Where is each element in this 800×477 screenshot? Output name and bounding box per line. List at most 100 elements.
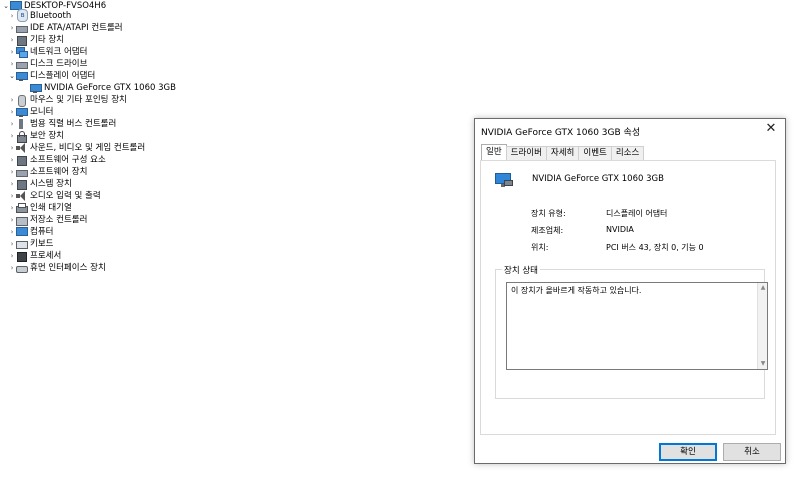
expand-icon[interactable]: › [8,10,16,22]
device-status-title: 장치 상태 [502,264,540,276]
expand-icon[interactable]: › [8,226,16,238]
tab-events[interactable]: 이벤트 [578,146,612,160]
scroll-up-icon[interactable]: ▲ [758,283,768,293]
expand-icon[interactable]: › [8,46,16,58]
device-type-label: 장치 유형: [531,209,566,218]
tree-item-system-devices[interactable]: › 시스템 장치 [8,178,72,190]
bluetooth-icon [16,9,28,22]
expand-icon[interactable]: › [8,142,16,154]
tree-item-label: 보안 장치 [30,131,64,141]
monitor-icon [16,107,28,117]
tree-item-security-devices[interactable]: › 보안 장치 [8,130,64,143]
tab-resources[interactable]: 리소스 [610,146,645,160]
status-scrollbar[interactable]: ▲ ▼ [757,283,767,369]
tree-item-monitors[interactable]: › 모니터 [8,106,53,118]
expand-icon[interactable]: › [8,22,16,34]
tree-item-label: 키보드 [30,239,54,249]
tree-item-keyboards[interactable]: › 키보드 [8,238,53,250]
tree-item-label: 디스플레이 어댑터 [30,71,96,81]
tab-general[interactable]: 일반 [481,144,507,160]
tree-item-label: 인쇄 대기열 [30,203,72,213]
tree-item-usb-controllers[interactable]: › 범용 직렬 버스 컨트롤러 [8,118,116,130]
tree-item-audio-io[interactable]: › 오디오 입력 및 출력 [8,190,101,202]
expand-icon[interactable]: › [8,118,16,130]
device-status-textbox[interactable]: 이 장치가 올바르게 작동하고 있습니다. ▲ ▼ [506,282,768,370]
disk-drive-icon [16,59,28,69]
printer-icon [16,203,28,213]
tree-item-mice[interactable]: › 마우스 및 기타 포인팅 장치 [8,94,127,107]
expand-icon[interactable]: › [8,202,16,214]
expand-icon[interactable]: › [8,58,16,70]
tree-item-other-devices[interactable]: › 기타 장치 [8,34,64,46]
keyboard-icon [16,239,28,249]
device-name: NVIDIA GeForce GTX 1060 3GB [532,174,664,184]
expand-icon[interactable]: › [8,154,16,166]
cancel-button[interactable]: 취소 [723,443,781,461]
tab-strip: 일반 드라이버 자세히 이벤트 리소스 [481,144,645,160]
expand-icon[interactable]: › [8,262,16,274]
software-device-icon [16,167,28,177]
tab-driver[interactable]: 드라이버 [505,146,547,160]
tree-item-label: 네트워크 어댑터 [30,47,88,57]
software-component-icon [16,155,27,166]
tree-item-label: 시스템 장치 [30,179,72,189]
location-label: 위치: [531,243,549,252]
location-value: PCI 버스 43, 장치 0, 기능 0 [606,243,704,252]
expand-icon[interactable]: › [8,190,16,202]
mouse-icon [16,95,27,107]
tree-item-sound-video-game[interactable]: › 사운드, 비디오 및 게임 컨트롤러 [8,142,145,154]
device-status-text: 이 장치가 올바르게 작동하고 있습니다. [511,286,642,295]
expand-icon[interactable]: › [8,238,16,250]
tree-item-label: NVIDIA GeForce GTX 1060 3GB [44,83,176,93]
storage-controller-icon [16,215,28,226]
controller-icon [16,23,28,33]
close-icon[interactable]: ✕ [763,121,779,137]
expand-icon[interactable]: › [8,178,16,190]
system-device-icon [16,179,27,190]
tree-item-software-devices[interactable]: › 소프트웨어 장치 [8,166,87,178]
manufacturer-value: NVIDIA [606,225,634,234]
expand-icon[interactable]: › [8,94,16,106]
tree-item-label: 저장소 컨트롤러 [30,215,88,225]
tree-item-computer[interactable]: › 컴퓨터 [8,226,53,238]
properties-dialog: NVIDIA GeForce GTX 1060 3GB 속성 ✕ 일반 드라이버… [474,118,786,464]
tree-item-storage-controllers[interactable]: › 저장소 컨트롤러 [8,214,87,226]
tree-item-software-components[interactable]: › 소프트웨어 구성 요소 [8,154,106,166]
expand-icon[interactable]: › [8,166,16,178]
tree-item-ide-controller[interactable]: › IDE ATA/ATAPI 컨트롤러 [8,22,123,34]
tree-item-processors[interactable]: › 프로세서 [8,250,61,262]
tree-item-disk-drives[interactable]: › 디스크 드라이브 [8,58,87,70]
speaker-icon [16,143,27,153]
unknown-device-icon [16,35,27,46]
expand-icon[interactable]: › [8,34,16,46]
tree-item-label: 소프트웨어 구성 요소 [30,155,106,165]
tree-item-display-adapters[interactable]: ⌄ 디스플레이 어댑터 [8,70,95,82]
tree-item-bluetooth[interactable]: › Bluetooth [8,9,71,22]
tree-item-label: 디스크 드라이브 [30,59,88,69]
scroll-down-icon[interactable]: ▼ [758,359,768,369]
expand-icon[interactable]: › [8,130,16,142]
tree-item-label: 사운드, 비디오 및 게임 컨트롤러 [30,143,146,153]
expand-icon[interactable]: › [8,250,16,262]
device-type-value: 디스플레이 어댑터 [606,209,668,218]
security-device-icon [16,131,27,143]
tab-details[interactable]: 자세히 [545,146,580,160]
display-adapter-icon [30,83,42,93]
tree-item-label: 컴퓨터 [30,227,54,237]
audio-icon [16,191,27,201]
tree-item-print-queues[interactable]: › 인쇄 대기열 [8,202,72,214]
expand-icon[interactable]: › [8,106,16,118]
expand-icon[interactable]: › [8,214,16,226]
tree-item-network-adapters[interactable]: › 네트워크 어댑터 [8,46,87,58]
hid-icon [16,263,28,273]
collapse-icon[interactable]: ⌄ [8,70,16,82]
tree-item-label: 프로세서 [30,251,62,261]
display-adapter-icon [16,71,28,81]
tree-item-hid[interactable]: › 휴먼 인터페이스 장치 [8,262,106,274]
usb-icon [16,119,27,129]
ok-button[interactable]: 확인 [659,443,717,461]
tree-item-nvidia-gtx-1060[interactable]: NVIDIA GeForce GTX 1060 3GB [30,82,176,94]
device-tree: ⌄ DESKTOP-FVSO4H6 › Bluetooth › IDE ATA/… [0,0,470,477]
device-status-group: 장치 상태 이 장치가 올바르게 작동하고 있습니다. ▲ ▼ [495,264,768,399]
general-tab-panel: NVIDIA GeForce GTX 1060 3GB 장치 유형: 디스플레이… [480,160,776,435]
